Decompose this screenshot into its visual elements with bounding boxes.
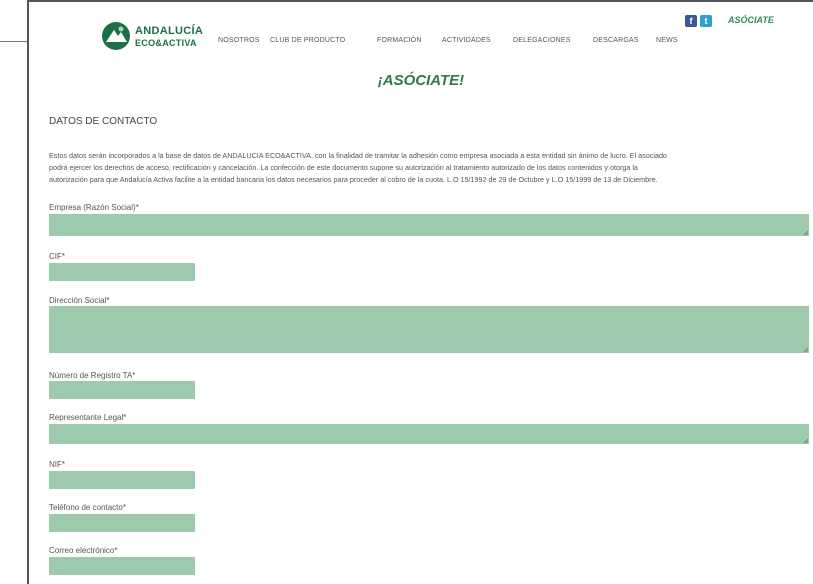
logo-line-1: ANDALUCÍA bbox=[135, 25, 204, 37]
nav-item-actividades[interactable]: ACTIVIDADES bbox=[442, 37, 491, 44]
correo-label: Correo electrónico* bbox=[49, 546, 118, 555]
cif-label: CIF* bbox=[49, 252, 65, 261]
resize-grip-icon[interactable] bbox=[803, 230, 808, 235]
nav-item-club-de-producto[interactable]: CLUB DE PRODUCTO bbox=[270, 37, 345, 44]
resize-grip-icon[interactable] bbox=[803, 438, 808, 443]
legal-line: autorización para que Andalucía Activa f… bbox=[49, 175, 658, 184]
twitter-icon[interactable]: t bbox=[700, 15, 712, 27]
direccion-social-field[interactable] bbox=[49, 306, 809, 353]
telefono-field[interactable] bbox=[49, 514, 195, 532]
facebook-icon[interactable]: f bbox=[685, 15, 697, 27]
nav-item-descargas[interactable]: DESCARGAS bbox=[593, 37, 639, 44]
representante-legal-label: Representante Legal* bbox=[49, 413, 127, 422]
main-nav: NOSOTROS CLUB DE PRODUCTO FORMACIÓN ACTI… bbox=[29, 37, 813, 49]
telefono-label: Teléfono de contacto* bbox=[49, 503, 126, 512]
empresa-field[interactable] bbox=[49, 214, 809, 236]
nif-field[interactable] bbox=[49, 471, 195, 489]
nif-label: NIF* bbox=[49, 460, 65, 469]
nav-item-news[interactable]: NEWS bbox=[656, 37, 678, 44]
asociate-link[interactable]: ASÓCIATE bbox=[728, 15, 774, 25]
correo-field[interactable] bbox=[49, 557, 195, 575]
nav-item-nosotros[interactable]: NOSOTROS bbox=[218, 37, 260, 44]
numero-registro-label: Número de Registro TA* bbox=[49, 371, 136, 380]
nav-item-delegaciones[interactable]: DELEGACIONES bbox=[513, 37, 571, 44]
page-title: ¡ASÓCIATE! bbox=[377, 72, 465, 89]
legal-line: podrá ejercer los derechos de acceso, re… bbox=[49, 163, 638, 172]
direccion-social-label: Dirección Social* bbox=[49, 296, 110, 305]
section-title: DATOS DE CONTACTO bbox=[49, 116, 158, 127]
numero-registro-field[interactable] bbox=[49, 381, 195, 399]
nav-item-formacion[interactable]: FORMACIÓN bbox=[377, 37, 422, 44]
window-edge-line bbox=[0, 41, 28, 42]
resize-grip-icon[interactable] bbox=[803, 347, 808, 352]
empresa-label: Empresa (Razón Social)* bbox=[49, 203, 139, 212]
page-frame: ANDALUCÍA ECO&ACTIVA NOSOTROS CLUB DE PR… bbox=[27, 0, 813, 584]
cif-field[interactable] bbox=[49, 263, 195, 281]
legal-line: Estos datos serán incorporados a la base… bbox=[49, 151, 667, 160]
legal-notice: Estos datos serán incorporados a la base… bbox=[49, 150, 813, 186]
representante-legal-field[interactable] bbox=[49, 424, 809, 444]
social-links: f t bbox=[685, 15, 712, 27]
